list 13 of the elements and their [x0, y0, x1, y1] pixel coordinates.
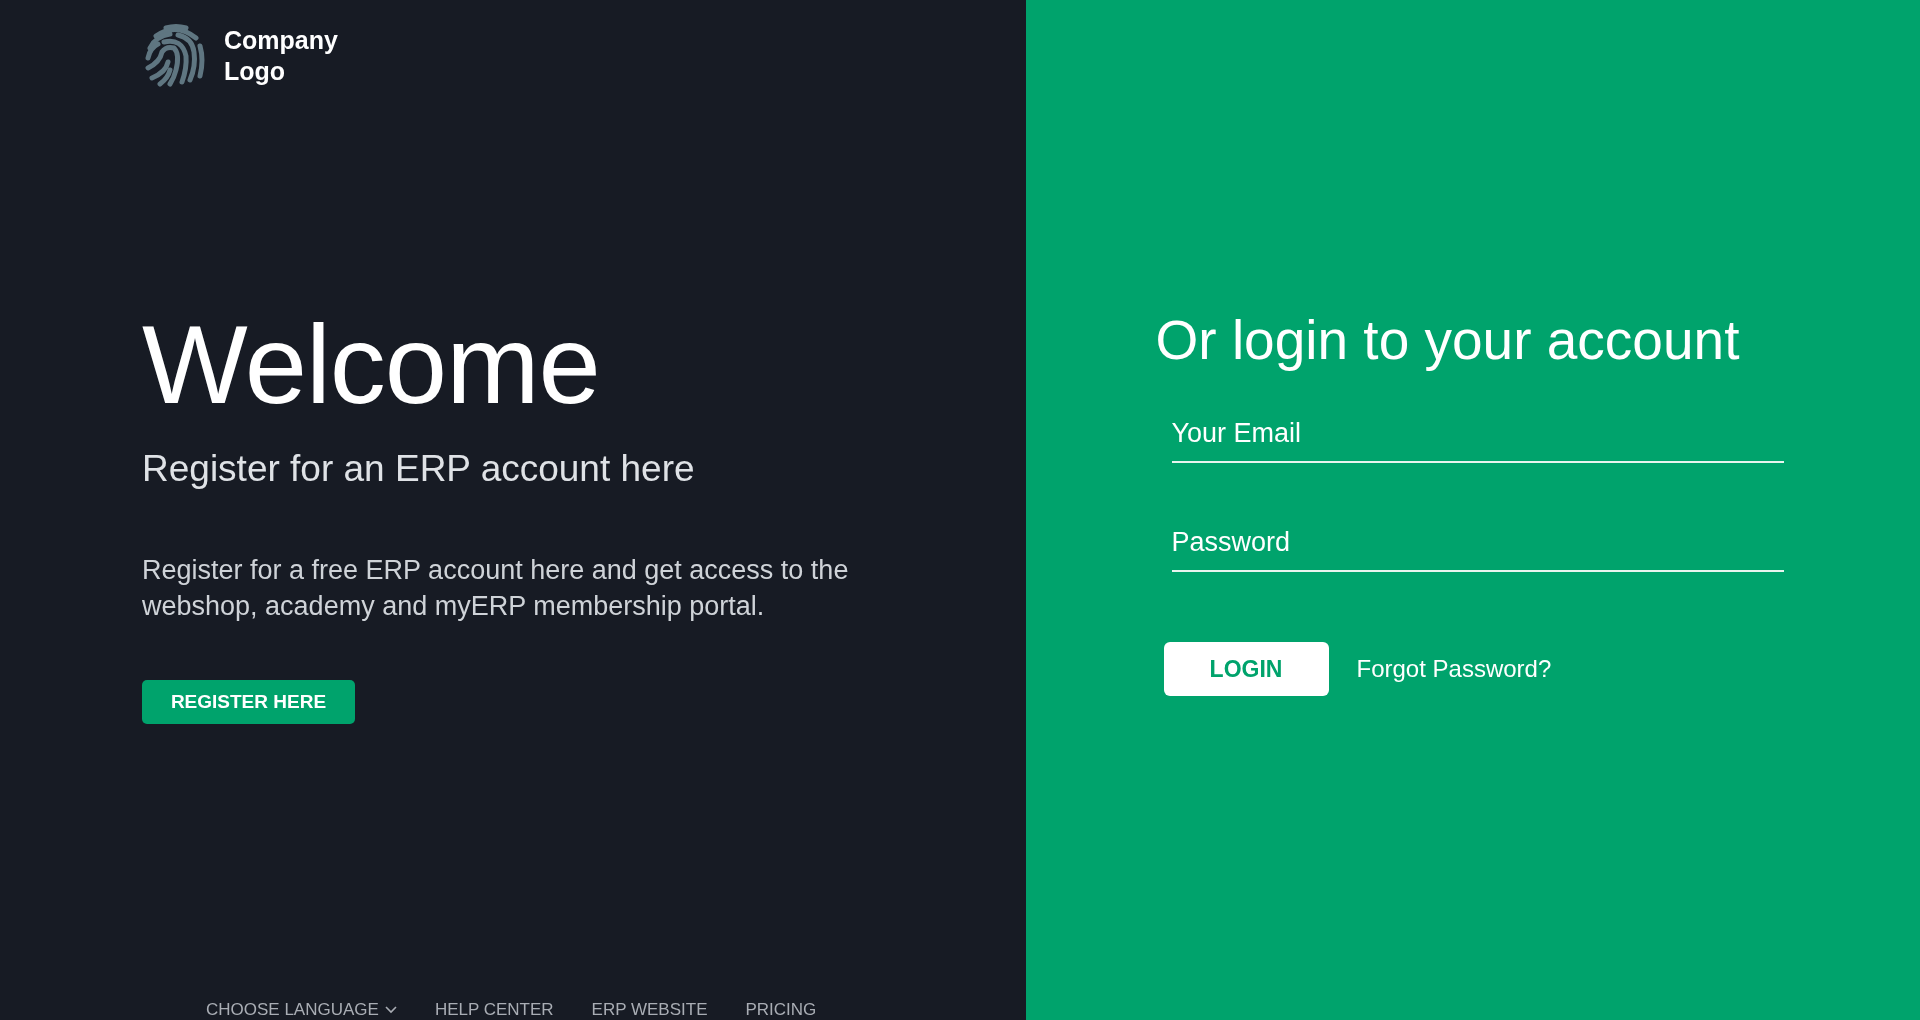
email-field[interactable]: Your Email — [1171, 412, 1784, 463]
welcome-description: Register for a free ERP account here and get access to the webshop, academy and myERP membership portal. — [142, 554, 850, 623]
chevron-down-icon — [384, 1006, 397, 1014]
footer-link[interactable]: PRICING — [745, 1000, 817, 1020]
footer-link[interactable]: ERP WEBSITE — [591, 1000, 708, 1020]
language-dropdown[interactable]: CHOOSE LANGUAGE — [206, 1000, 397, 1020]
logo-text: Logo — [224, 56, 287, 87]
welcome-subtitle: Register for an ERP account here — [142, 448, 696, 490]
logo-text: Company — [224, 25, 338, 56]
footer-link[interactable]: HELP CENTER — [434, 1000, 554, 1020]
login-title: Or login to your account — [1155, 308, 1741, 372]
welcome-title: Welcome — [142, 301, 601, 429]
password-field[interactable]: Password — [1171, 521, 1784, 572]
